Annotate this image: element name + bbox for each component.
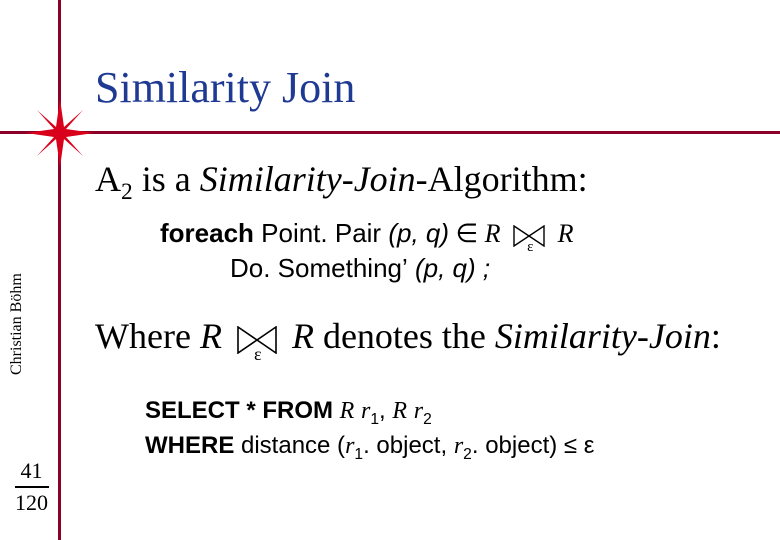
a2-rest: is a xyxy=(133,159,200,199)
sql-r2: r xyxy=(414,398,423,424)
join-icon: ε xyxy=(237,326,277,354)
eps: ε xyxy=(584,432,595,459)
algorithm-statement: A2 is a Similarity-Join-Algorithm: xyxy=(95,158,588,206)
in-sym: ∈ xyxy=(449,219,485,248)
obj1: . object xyxy=(363,432,440,459)
where-statement: Where R ε R denotes the Similarity-Join: xyxy=(95,315,721,357)
join-eps: ε xyxy=(527,239,533,256)
kw-foreach: foreach xyxy=(160,218,254,248)
page-counter: 41 120 xyxy=(12,458,51,516)
author-label: Christian Böhm xyxy=(8,273,26,375)
r2a: r xyxy=(454,433,463,459)
code-line-2: Do. Something’ (p, q) ; xyxy=(230,253,573,284)
pq2: (p, q) ; xyxy=(408,253,490,283)
sql-sub1: 1 xyxy=(370,411,379,428)
comma2: , xyxy=(440,432,453,459)
where-R1: R xyxy=(200,316,222,356)
page-total: 120 xyxy=(12,488,51,516)
where-word: Where xyxy=(95,316,200,356)
sql-line-1: SELECT * FROM R r1, R r2 xyxy=(145,395,594,430)
sql-block: SELECT * FROM R r1, R r2 WHERE distance … xyxy=(145,395,594,465)
where-ital: Similarity-Join xyxy=(495,316,711,356)
sql-line-2: WHERE distance (r1. object, r2. object) … xyxy=(145,430,594,465)
distance: distance ( xyxy=(241,432,345,459)
pseudocode: foreach Point. Pair (p, q) ∈ R ε R Do. S… xyxy=(160,218,573,284)
obj2: . object xyxy=(472,432,549,459)
where-colon: : xyxy=(711,316,721,356)
star-burst-icon xyxy=(23,96,97,170)
page-current: 41 xyxy=(15,458,49,488)
R-left: R xyxy=(485,219,501,248)
horizontal-rule xyxy=(0,131,780,134)
sql-sub2: 2 xyxy=(423,411,432,428)
a2-sub: 2 xyxy=(121,179,133,205)
select-kw: SELECT * FROM xyxy=(145,397,340,424)
a2-tail: -Algorithm: xyxy=(416,159,588,199)
where-rest: denotes the xyxy=(314,316,495,356)
pq: (p, q) xyxy=(388,218,449,248)
vertical-rule xyxy=(58,0,61,540)
sql-r1: r xyxy=(361,398,370,424)
join-eps: ε xyxy=(254,344,262,365)
sql-R1: R xyxy=(340,398,355,424)
sql-comma: , xyxy=(379,397,392,424)
where-R2: R xyxy=(292,316,314,356)
code-line-1: foreach Point. Pair (p, q) ∈ R ε R xyxy=(160,218,573,249)
le: ≤ xyxy=(557,432,584,459)
r2asub: 2 xyxy=(463,446,472,463)
R-right: R xyxy=(558,219,574,248)
sql-R2: R xyxy=(392,398,407,424)
a2-prefix: A xyxy=(95,159,121,199)
r1asub: 1 xyxy=(354,446,363,463)
join-icon: ε xyxy=(513,225,545,247)
where-kw: WHERE xyxy=(145,432,241,459)
a2-ital: Similarity-Join xyxy=(200,159,416,199)
slide-title: Similarity Join xyxy=(95,62,355,113)
point-pair: Point. Pair xyxy=(254,218,388,248)
do-something: Do. Something xyxy=(230,253,402,283)
r1a: r xyxy=(345,433,354,459)
